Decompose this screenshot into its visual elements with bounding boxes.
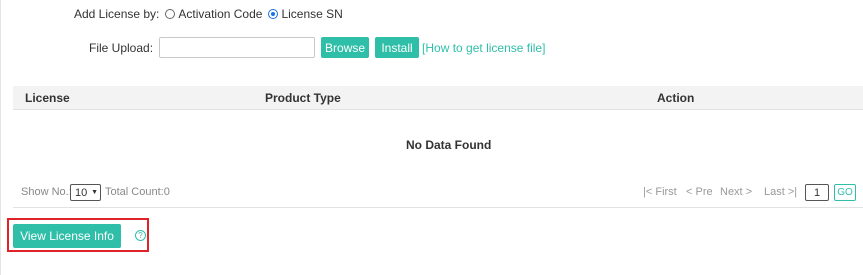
add-license-row: Add License by: Activation Code License …: [74, 6, 343, 22]
radio-activation-code[interactable]: Activation Code: [165, 7, 262, 21]
next-page-label[interactable]: Next: [720, 186, 743, 198]
view-license-info-button[interactable]: View License Info: [13, 224, 121, 248]
column-header-product-type: Product Type: [265, 91, 341, 105]
column-header-license: License: [25, 91, 70, 105]
go-button[interactable]: GO: [834, 184, 856, 201]
file-upload-row: File Upload: Browse Install [How to get …: [89, 37, 545, 58]
install-button[interactable]: Install: [375, 37, 420, 58]
last-page-label[interactable]: Last: [764, 186, 785, 198]
license-table-header: License Product Type Action: [13, 86, 863, 110]
radio-license-sn[interactable]: License SN: [268, 7, 343, 21]
next-page-icon: >: [745, 186, 753, 198]
left-border: [0, 0, 1, 275]
prev-page-button[interactable]: < Pre: [686, 186, 713, 198]
page-size-value[interactable]: 10: [75, 187, 87, 199]
page-number-input[interactable]: [805, 184, 829, 201]
prev-page-icon: <: [686, 186, 693, 198]
first-page-button[interactable]: |< First: [643, 186, 677, 198]
empty-table-message: No Data Found: [406, 138, 492, 152]
question-circle-icon[interactable]: ?: [135, 230, 146, 241]
file-upload-label: File Upload:: [89, 40, 154, 55]
radio-activation-code-indicator[interactable]: [165, 9, 176, 19]
radio-license-sn-label[interactable]: License SN: [281, 7, 342, 21]
first-page-icon: |<: [643, 186, 653, 198]
license-help-link[interactable]: [How to get license file]: [422, 41, 545, 55]
pagination-bar: Show No.: 10 ▼ Total Count:0 |< First < …: [0, 183, 863, 203]
first-page-label[interactable]: First: [655, 186, 676, 198]
total-count: Total Count:0: [105, 186, 170, 198]
divider: [13, 207, 863, 208]
file-upload-input[interactable]: [159, 37, 316, 58]
page-size-select[interactable]: 10 ▼: [70, 184, 101, 201]
last-page-button[interactable]: Last >|: [764, 186, 797, 198]
browse-button[interactable]: Browse: [321, 37, 370, 58]
next-page-button[interactable]: Next >: [720, 186, 752, 198]
add-license-label: Add License by:: [74, 7, 160, 21]
prev-page-label[interactable]: Pre: [696, 186, 713, 198]
column-header-action: Action: [657, 91, 695, 105]
radio-activation-code-label[interactable]: Activation Code: [178, 7, 262, 21]
chevron-down-icon[interactable]: ▼: [91, 189, 98, 196]
last-page-icon: >|: [787, 186, 798, 198]
page-size-label: Show No.:: [21, 186, 72, 198]
radio-license-sn-indicator[interactable]: [268, 9, 279, 19]
